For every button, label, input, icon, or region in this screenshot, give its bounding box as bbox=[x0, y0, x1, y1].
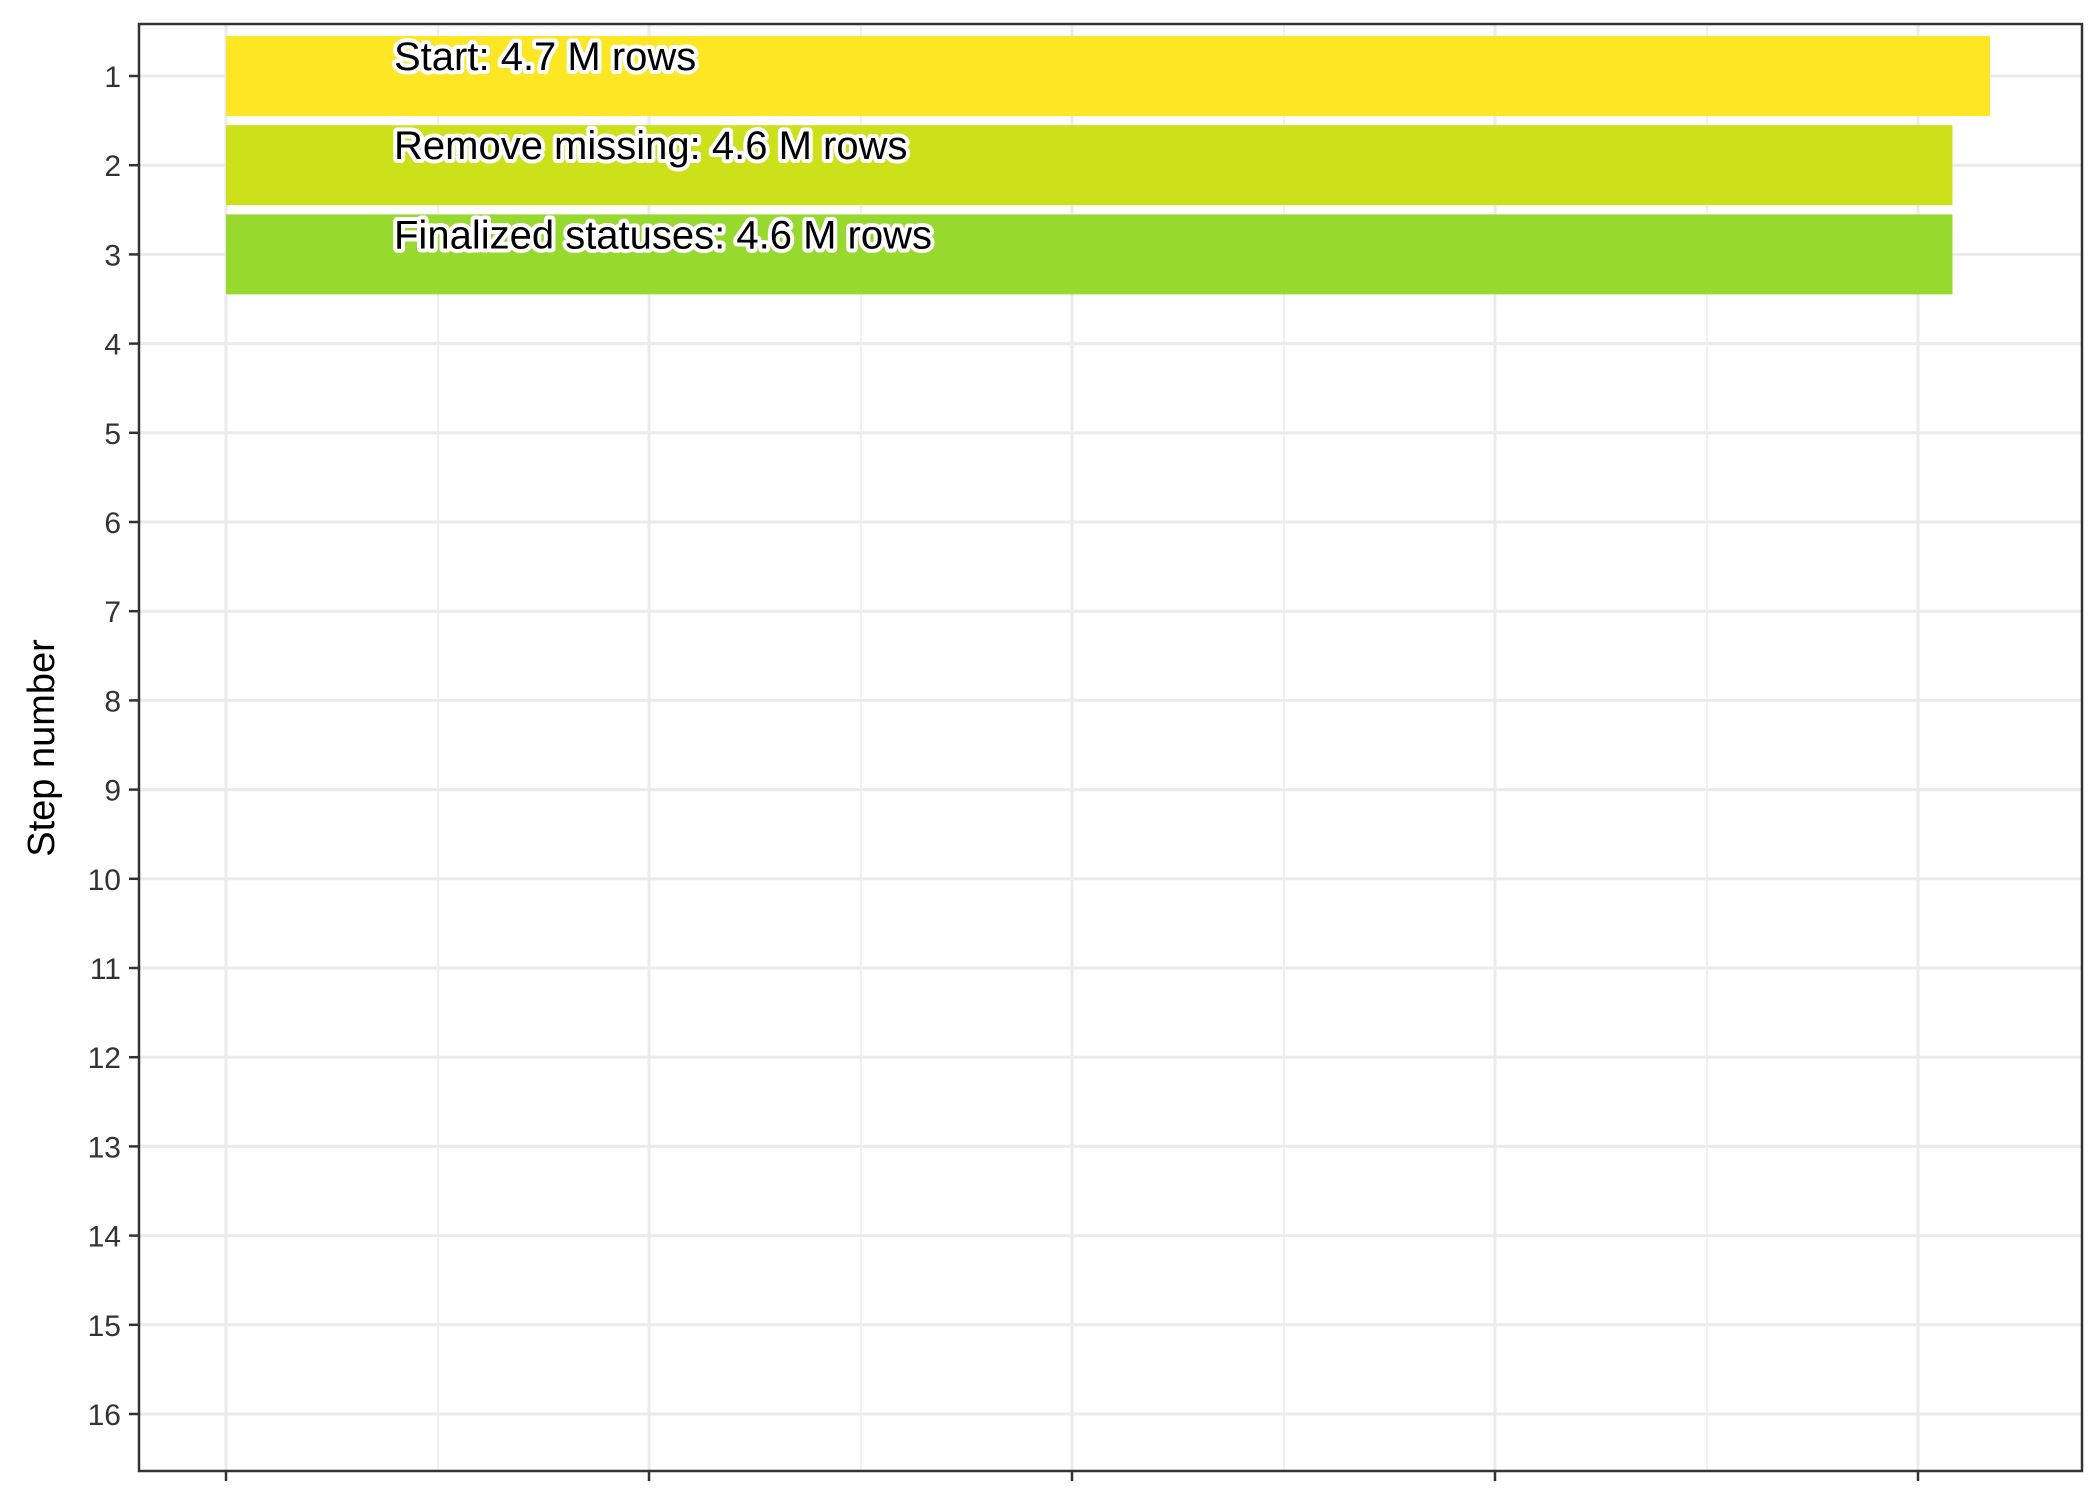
y-tick-label: 12 bbox=[88, 1042, 121, 1075]
y-tick-label: 16 bbox=[88, 1399, 121, 1432]
bar-label: Remove missing: 4.6 M rows bbox=[394, 124, 907, 168]
y-tick-label: 13 bbox=[88, 1131, 121, 1164]
y-tick-label: 1 bbox=[104, 61, 121, 94]
y-tick-label: 7 bbox=[104, 596, 121, 629]
y-tick-label: 6 bbox=[104, 507, 121, 540]
chart-container: Start: 4.7 M rows Remove missing: 4.6 M r… bbox=[0, 0, 2100, 1500]
y-tick-label: 5 bbox=[104, 418, 121, 451]
y-tick-label: 4 bbox=[104, 329, 121, 362]
y-tick-label: 14 bbox=[88, 1221, 121, 1254]
y-tick-label: 3 bbox=[104, 239, 121, 272]
bar-label: Finalized statuses: 4.6 M rows bbox=[394, 213, 932, 257]
y-tick-label: 8 bbox=[104, 685, 121, 718]
y-tick-label: 11 bbox=[90, 953, 121, 986]
bar-label: Start: 4.7 M rows bbox=[394, 35, 696, 79]
bar-chart: Start: 4.7 M rows Remove missing: 4.6 M r… bbox=[0, 0, 2100, 1500]
y-tick-label: 15 bbox=[88, 1310, 121, 1343]
y-tick-label: 10 bbox=[88, 864, 121, 897]
y-tick-label: 2 bbox=[104, 150, 121, 183]
y-axis-title: Step number bbox=[21, 639, 63, 857]
y-tick-label: 9 bbox=[104, 775, 121, 808]
